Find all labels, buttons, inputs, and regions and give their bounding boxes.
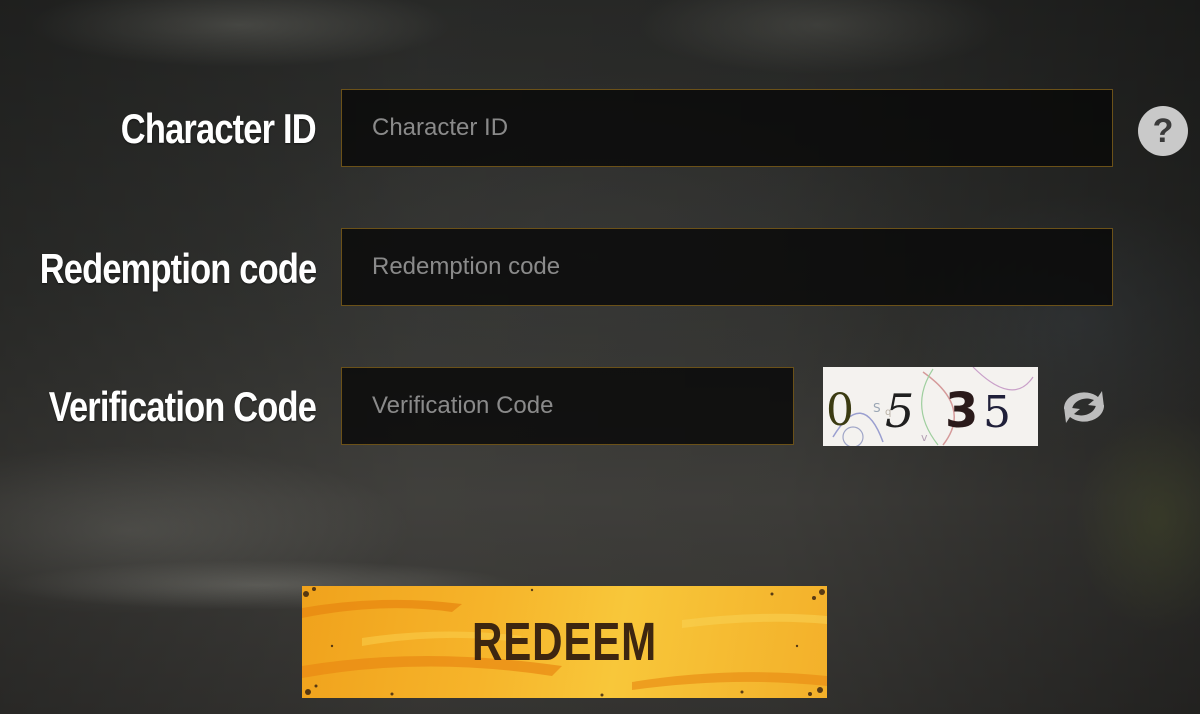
captcha-char: 5	[885, 384, 914, 438]
redemption-code-input[interactable]	[342, 229, 1112, 305]
svg-text:S: S	[873, 401, 881, 415]
verification-code-label: Verification Code	[48, 383, 317, 430]
svg-text:v: v	[921, 431, 928, 444]
character-id-field[interactable]	[341, 89, 1113, 167]
character-id-input[interactable]	[342, 90, 1112, 166]
verification-code-field[interactable]	[341, 367, 794, 445]
captcha-char: 5	[983, 387, 1011, 438]
redeem-button[interactable]: REDEEM	[302, 586, 827, 698]
redemption-code-label: Redemption code	[39, 245, 316, 292]
character-id-label: Character ID	[121, 105, 317, 152]
help-icon[interactable]: ?	[1138, 106, 1188, 156]
verification-code-input[interactable]	[342, 368, 793, 444]
redeem-button-label: REDEEM	[472, 612, 657, 672]
captcha-char: 0	[826, 385, 854, 436]
refresh-icon[interactable]	[1058, 385, 1110, 429]
captcha-graphic: S q v 0 5 3 5	[826, 366, 1034, 448]
captcha-char: 3	[945, 383, 978, 439]
captcha-image[interactable]: S q v 0 5 3 5	[823, 366, 1038, 448]
redemption-code-field[interactable]	[341, 228, 1113, 306]
